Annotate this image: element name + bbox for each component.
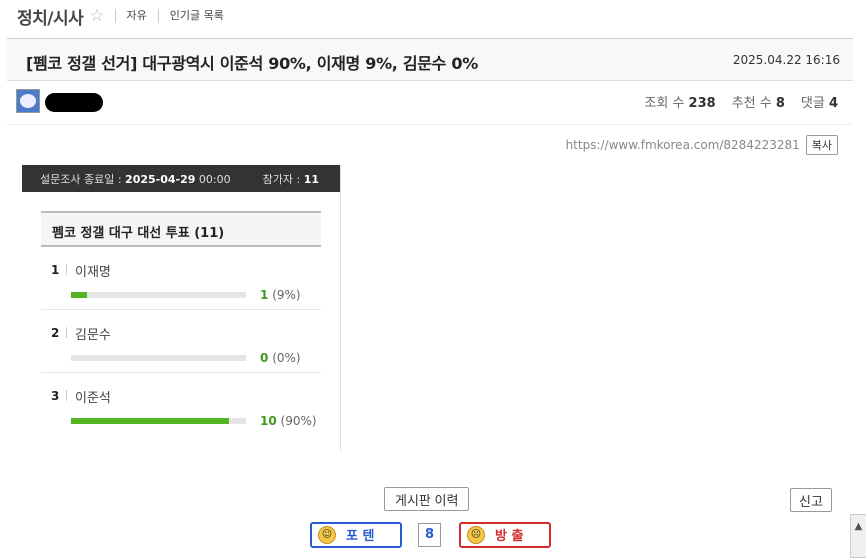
board-header: 정치/시사 ☆ 자유 인기글 목록 (17, 4, 235, 29)
option-bar (71, 355, 246, 361)
option-count: 10 (90%) (260, 414, 317, 428)
option-bar (71, 292, 246, 298)
poll-question: 펨코 정갤 대구 대선 투표 (11) (41, 211, 321, 247)
recommend-stat: 추천 수 8 (731, 96, 785, 111)
option-label: 김문수 (75, 328, 111, 343)
option-count: 0 (0%) (260, 351, 301, 365)
post-meta: 조회 수 238 추천 수 8 댓글 4 (7, 82, 853, 125)
board-link-popular[interactable]: 인기글 목록 (157, 9, 235, 23)
option-bar-fill (71, 418, 229, 424)
option-number: 3 (51, 389, 60, 403)
poll-option: 3 이준석 10 (90%) (41, 373, 321, 436)
upvote-label: 포 텐 (346, 529, 375, 544)
post-title[interactable]: [펨코 정갤 선거] 대구광역시 이준석 90%, 이재명 9%, 김문수 0% (26, 50, 478, 74)
downvote-button[interactable]: ☹ 방 출 (459, 521, 551, 548)
option-label: 이재명 (75, 265, 111, 280)
vote-count: 8 (418, 522, 441, 547)
option-label: 이준석 (75, 391, 111, 406)
poll-header: 설문조사 종료일 : 2025-04-29 00:00 참가자 : 11 (22, 165, 340, 192)
views-stat: 조회 수 238 (644, 96, 716, 111)
poll-option: 2 김문수 0 (0%) (41, 310, 321, 373)
option-count: 1 (9%) (260, 288, 301, 302)
vote-row: ☺ 포 텐 8 ☹ 방 출 (310, 521, 551, 548)
star-icon[interactable]: ☆ (89, 6, 104, 26)
post-date: 2025.04.22 16:16 (732, 53, 840, 67)
downvote-label: 방 출 (495, 529, 524, 544)
option-bar (71, 418, 246, 424)
board-history-button[interactable]: 게시판 이력 (384, 487, 470, 511)
option-number: 2 (51, 326, 60, 340)
board-title[interactable]: 정치/시사 (17, 4, 84, 29)
post-title-bar: [펨코 정갤 선거] 대구광역시 이준석 90%, 이재명 9%, 김문수 0%… (7, 38, 853, 81)
author-nickname-redacted[interactable] (45, 93, 103, 112)
comments-stat[interactable]: 댓글 4 (801, 92, 838, 111)
post-stats: 조회 수 238 추천 수 8 댓글 4 (644, 92, 838, 111)
avatar[interactable] (16, 89, 40, 113)
poll-end-date: 설문조사 종료일 : 2025-04-29 00:00 (40, 172, 231, 186)
smile-face-icon: ☺ (318, 525, 336, 544)
url-row: https://www.fmkorea.com/8284223281 복사 (566, 135, 838, 155)
poll-option: 1 이재명 1 (9%) (41, 247, 321, 310)
poll-box: 펨코 정갤 대구 대선 투표 (11) 1 이재명 1 (9%) 2 김문수 0… (41, 211, 321, 436)
upvote-button[interactable]: ☺ 포 텐 (310, 521, 402, 548)
poll-participants: 참가자 : 11 (262, 172, 319, 186)
board-links: 자유 인기글 목록 (114, 9, 235, 23)
poll-widget: 설문조사 종료일 : 2025-04-29 00:00 참가자 : 11 펨코 … (22, 165, 341, 451)
option-bar-fill (71, 292, 87, 298)
option-number: 1 (51, 263, 60, 277)
report-button[interactable]: 신고 (790, 488, 832, 512)
board-link-free[interactable]: 자유 (114, 9, 158, 23)
scroll-top-arrow-icon[interactable]: ▲ (850, 514, 866, 558)
post-url[interactable]: https://www.fmkorea.com/8284223281 (566, 138, 800, 152)
copy-url-button[interactable]: 복사 (805, 135, 838, 155)
angry-face-icon: ☹ (467, 525, 485, 544)
